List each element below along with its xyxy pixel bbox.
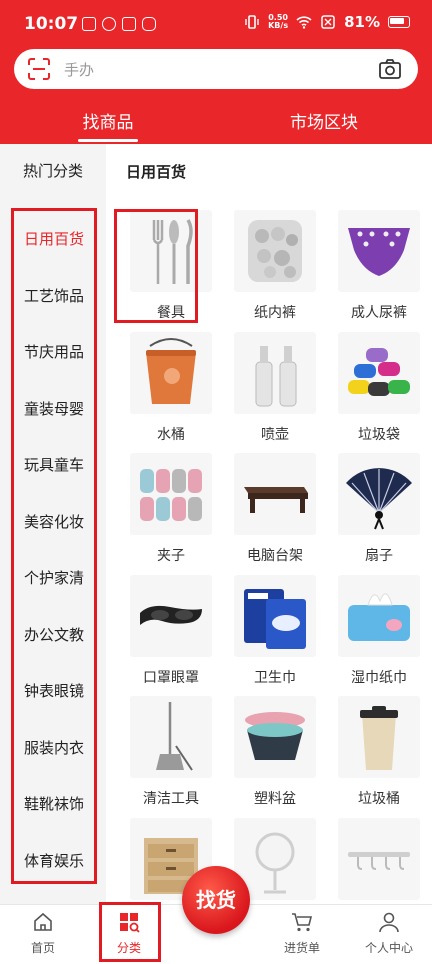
wet-wipes-icon xyxy=(338,574,420,657)
net-speed: 0.50 KB/s xyxy=(268,13,289,30)
battery-level: 81% xyxy=(344,13,380,31)
product-cleaning-tool[interactable]: 清洁工具 xyxy=(116,696,220,818)
product-monitor-stand[interactable]: 电脑台架 xyxy=(220,453,324,575)
product-label: 垃圾桶 xyxy=(358,791,400,807)
status-time: 10:07 xyxy=(24,14,79,34)
paper-underwear-icon xyxy=(234,210,316,292)
tab-find-products[interactable]: 找商品 xyxy=(0,96,216,144)
product-label: 湿巾纸巾 xyxy=(351,669,407,686)
sidebar-item-festive[interactable]: 节庆用品 xyxy=(14,324,94,381)
product-adult-diaper[interactable]: 成人尿裤 xyxy=(324,210,428,332)
bucket-icon xyxy=(130,331,212,414)
signal-icon xyxy=(321,15,335,29)
sidebar-item-apparel[interactable]: 服装内衣 xyxy=(14,720,94,777)
product-clip[interactable]: 夹子 xyxy=(116,453,220,575)
notification-icon xyxy=(82,17,96,31)
product-label: 卫生巾 xyxy=(254,669,296,686)
find-goods-button[interactable]: 找货 xyxy=(182,866,250,934)
status-app-icons xyxy=(82,17,156,31)
product-spray-bottle[interactable]: 喷壶 xyxy=(220,331,324,454)
camera-icon[interactable] xyxy=(378,57,402,81)
product-wet-wipes[interactable]: 湿巾纸巾 xyxy=(324,574,428,697)
nav-cart[interactable]: 进货单 xyxy=(259,905,345,964)
product-label: 扇子 xyxy=(365,548,393,564)
sidebar-item-sports[interactable]: 体育娱乐 xyxy=(14,833,94,890)
product-plastic-basin[interactable]: 塑料盆 xyxy=(220,696,324,818)
spray-bottle-icon xyxy=(234,331,316,414)
category-title: 日用百货 xyxy=(126,163,187,181)
product-label: 电脑台架 xyxy=(247,548,303,564)
monitor-stand-icon xyxy=(234,453,316,535)
product-label: 口罩眼罩 xyxy=(143,669,199,686)
sanitary-pad-icon xyxy=(234,574,316,657)
sidebar-header: 热门分类 xyxy=(22,162,83,180)
product-bucket[interactable]: 水桶 xyxy=(116,331,220,454)
top-tabs: 找商品 市场区块 xyxy=(0,96,432,144)
search-bar[interactable]: 手办 xyxy=(14,49,418,89)
cart-icon xyxy=(292,913,313,932)
sidebar-item-baby[interactable]: 童装母婴 xyxy=(14,381,94,438)
message-icon xyxy=(142,17,156,31)
product-label: 垃圾袋 xyxy=(358,426,400,443)
adult-diaper-icon xyxy=(338,210,420,292)
product-garbage-bag[interactable]: 垃圾袋 xyxy=(324,331,428,454)
sidebar-item-watches[interactable]: 钟表眼镜 xyxy=(14,663,94,720)
product-label: 塑料盆 xyxy=(254,791,296,807)
tiktok-icon xyxy=(122,17,136,31)
sidebar-item-crafts[interactable]: 工艺饰品 xyxy=(14,268,94,325)
wifi-icon xyxy=(296,16,312,29)
sidebar-item-personal-care[interactable]: 个护家清 xyxy=(14,550,94,607)
sidebar-item-daily-goods[interactable]: 日用百货 xyxy=(14,211,94,268)
product-label: 水桶 xyxy=(157,426,185,443)
sidebar-item-toys[interactable]: 玩具童车 xyxy=(14,437,94,494)
product-label: 喷壶 xyxy=(261,426,289,443)
sidebar-category-list: 日用百货 工艺饰品 节庆用品 童装母婴 玩具童车 美容化妆 个护家清 办公文教 … xyxy=(11,208,97,884)
nav-cart-label: 进货单 xyxy=(283,941,320,955)
hook-rack-icon xyxy=(338,817,420,900)
product-label: 清洁工具 xyxy=(143,791,199,807)
category-nav-highlight-box xyxy=(99,902,161,962)
clip-icon xyxy=(130,453,212,535)
cleaning-tool-icon xyxy=(130,696,212,778)
product-paper-underwear[interactable]: 纸内裤 xyxy=(220,210,324,332)
scan-icon[interactable] xyxy=(28,58,50,80)
product-label: 餐具 xyxy=(157,305,185,321)
status-indicators: 0.50 KB/s 81% xyxy=(244,13,410,31)
product-grid: 餐具 纸内裤 成人尿裤 水桶 喷壶 垃圾袋 夹子 电脑台架 扇子 口罩眼罩 卫生… xyxy=(116,210,428,904)
nav-home[interactable]: 首页 xyxy=(0,905,86,964)
nav-profile-label: 个人中心 xyxy=(364,941,413,955)
status-bar: 10:07 0.50 KB/s 81% xyxy=(0,0,432,50)
sidebar-item-beauty[interactable]: 美容化妆 xyxy=(14,494,94,551)
user-icon xyxy=(379,912,399,933)
product-hook-rack[interactable] xyxy=(324,817,428,905)
product-fan[interactable]: 扇子 xyxy=(324,453,428,575)
tableware-icon xyxy=(130,210,212,292)
garbage-bag-icon xyxy=(338,331,420,414)
nav-home-label: 首页 xyxy=(30,941,55,955)
sidebar-item-shoes[interactable]: 鞋靴袜饰 xyxy=(14,776,94,833)
product-label: 成人尿裤 xyxy=(351,305,407,321)
product-tableware[interactable]: 餐具 xyxy=(116,210,220,332)
product-label: 纸内裤 xyxy=(254,305,296,321)
app-header: 10:07 0.50 KB/s 81% 手办 找商品 市场区块 xyxy=(0,0,432,144)
search-input[interactable]: 手办 xyxy=(64,59,94,80)
nav-profile[interactable]: 个人中心 xyxy=(346,905,432,964)
plastic-basin-icon xyxy=(234,696,316,778)
product-panel: 日用百货 餐具 纸内裤 成人尿裤 水桶 喷壶 垃圾袋 夹子 电脑台架 扇子 口罩… xyxy=(106,144,432,904)
notification-icon xyxy=(102,17,116,31)
battery-icon xyxy=(388,16,410,28)
category-sidebar: 热门分类 日用百货 工艺饰品 节庆用品 童装母婴 玩具童车 美容化妆 个护家清 … xyxy=(0,144,106,904)
sidebar-item-office[interactable]: 办公文教 xyxy=(14,607,94,664)
eye-mask-icon xyxy=(130,574,212,657)
product-sanitary-pad[interactable]: 卫生巾 xyxy=(220,574,324,697)
tab-market-block[interactable]: 市场区块 xyxy=(216,96,432,144)
trash-can-icon xyxy=(338,696,420,778)
fan-icon xyxy=(338,453,420,535)
product-eye-mask[interactable]: 口罩眼罩 xyxy=(116,574,220,697)
home-icon xyxy=(34,912,52,931)
product-label: 夹子 xyxy=(157,548,185,564)
product-trash-can[interactable]: 垃圾桶 xyxy=(324,696,428,818)
vibrate-icon xyxy=(245,15,259,29)
